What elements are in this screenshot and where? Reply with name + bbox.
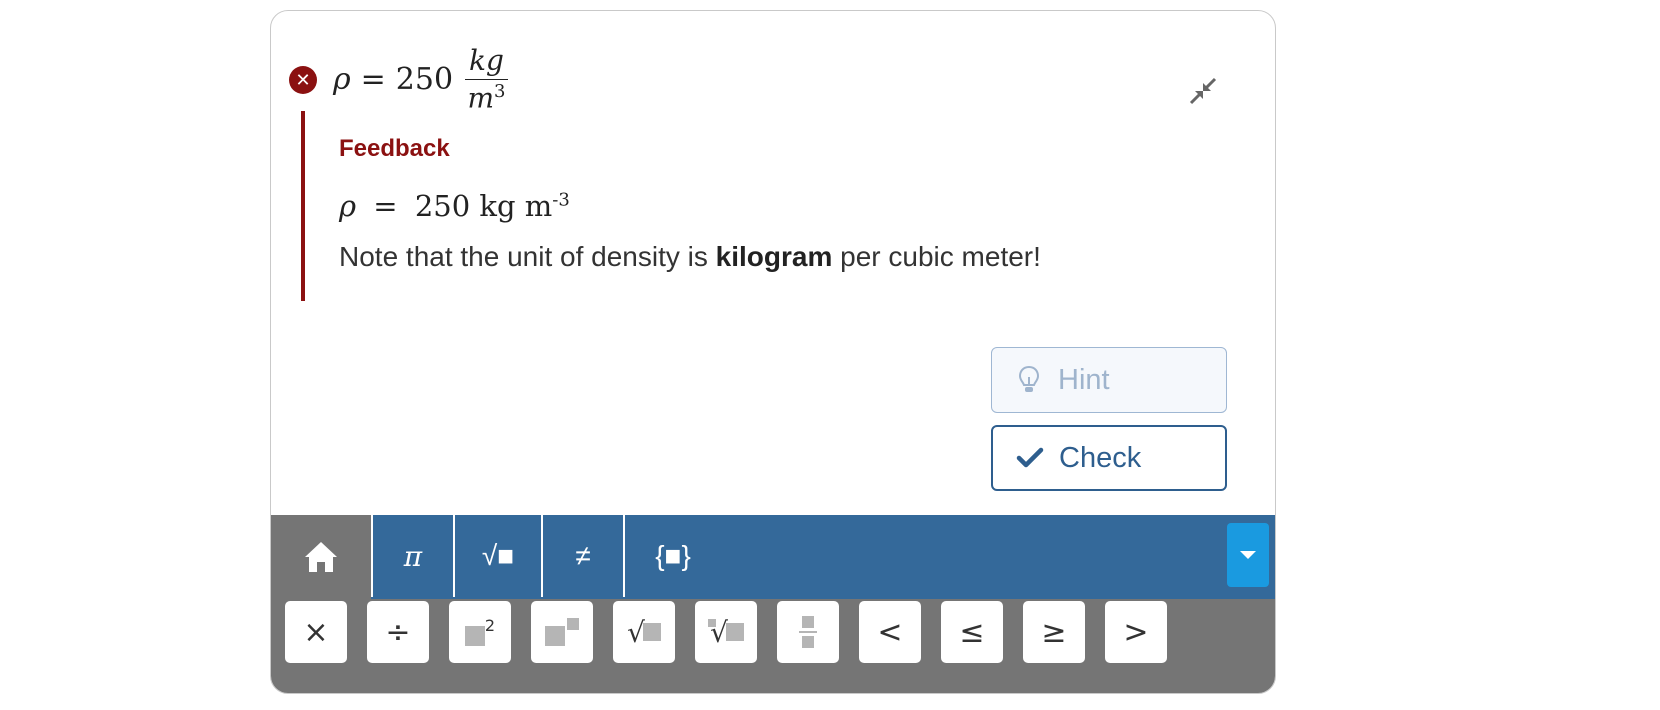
pi-icon: π [403,539,423,573]
braces-icon: {■} [655,540,691,571]
key-less-equal[interactable]: ≤ [941,601,1003,663]
tab-not-equal[interactable]: ≠ [541,515,623,597]
tab-home[interactable] [271,515,371,601]
key-greater-equal[interactable]: ≥ [1023,601,1085,663]
key-greater-than[interactable]: > [1105,601,1167,663]
feedback-title: Feedback [339,135,450,162]
unit-numerator: kg [469,44,504,78]
answer-variable: ρ [333,62,351,98]
lightbulb-icon [1014,365,1044,395]
not-equal-icon: ≠ [575,540,591,571]
toolbar-dropdown-button[interactable] [1227,523,1269,587]
tab-sqrt[interactable]: √■ [453,515,541,597]
unit-denominator: m3 [467,80,506,115]
key-power[interactable] [531,601,593,663]
answer-unit-fraction: kg m3 [465,44,508,115]
question-card: ✕ ρ = 250 kg m3 Feedback ρ = 250 kg m-3 … [270,10,1276,694]
key-nth-root[interactable]: √ [695,601,757,663]
key-square[interactable]: 2 [449,601,511,663]
key-less-than[interactable]: < [859,601,921,663]
chevron-down-icon [1240,551,1256,559]
sqrt-icon: √■ [481,540,515,571]
fraction-bar [465,78,508,80]
key-times[interactable]: × [285,601,347,663]
feedback-panel: Feedback ρ = 250 kg m-3 Note that the un… [301,111,1201,301]
answer-equals: = [360,62,386,98]
key-fraction[interactable] [777,601,839,663]
answer-value: 250 [395,62,454,98]
hint-button[interactable]: Hint [991,347,1227,413]
key-divide[interactable]: ÷ [367,601,429,663]
home-icon [305,542,337,572]
check-label: Check [1059,441,1142,474]
check-button[interactable]: Check [991,425,1227,491]
math-toolbar: π √■ ≠ {■} [271,515,1275,601]
error-x-icon: ✕ [289,66,317,94]
key-sqrt[interactable]: √ [613,601,675,663]
answer-math[interactable]: ρ = 250 kg m3 [333,44,508,115]
tab-pi[interactable]: π [371,515,453,597]
collapse-icon[interactable] [1187,75,1219,107]
feedback-math: ρ = 250 kg m-3 [339,189,570,223]
checkmark-icon [1015,446,1045,470]
tab-braces[interactable]: {■} [623,515,721,597]
hint-label: Hint [1058,363,1110,396]
math-keypad: × ÷ 2 √ √ < ≤ ≥ > [271,599,1275,693]
feedback-note: Note that the unit of density is kilogra… [339,241,1041,272]
